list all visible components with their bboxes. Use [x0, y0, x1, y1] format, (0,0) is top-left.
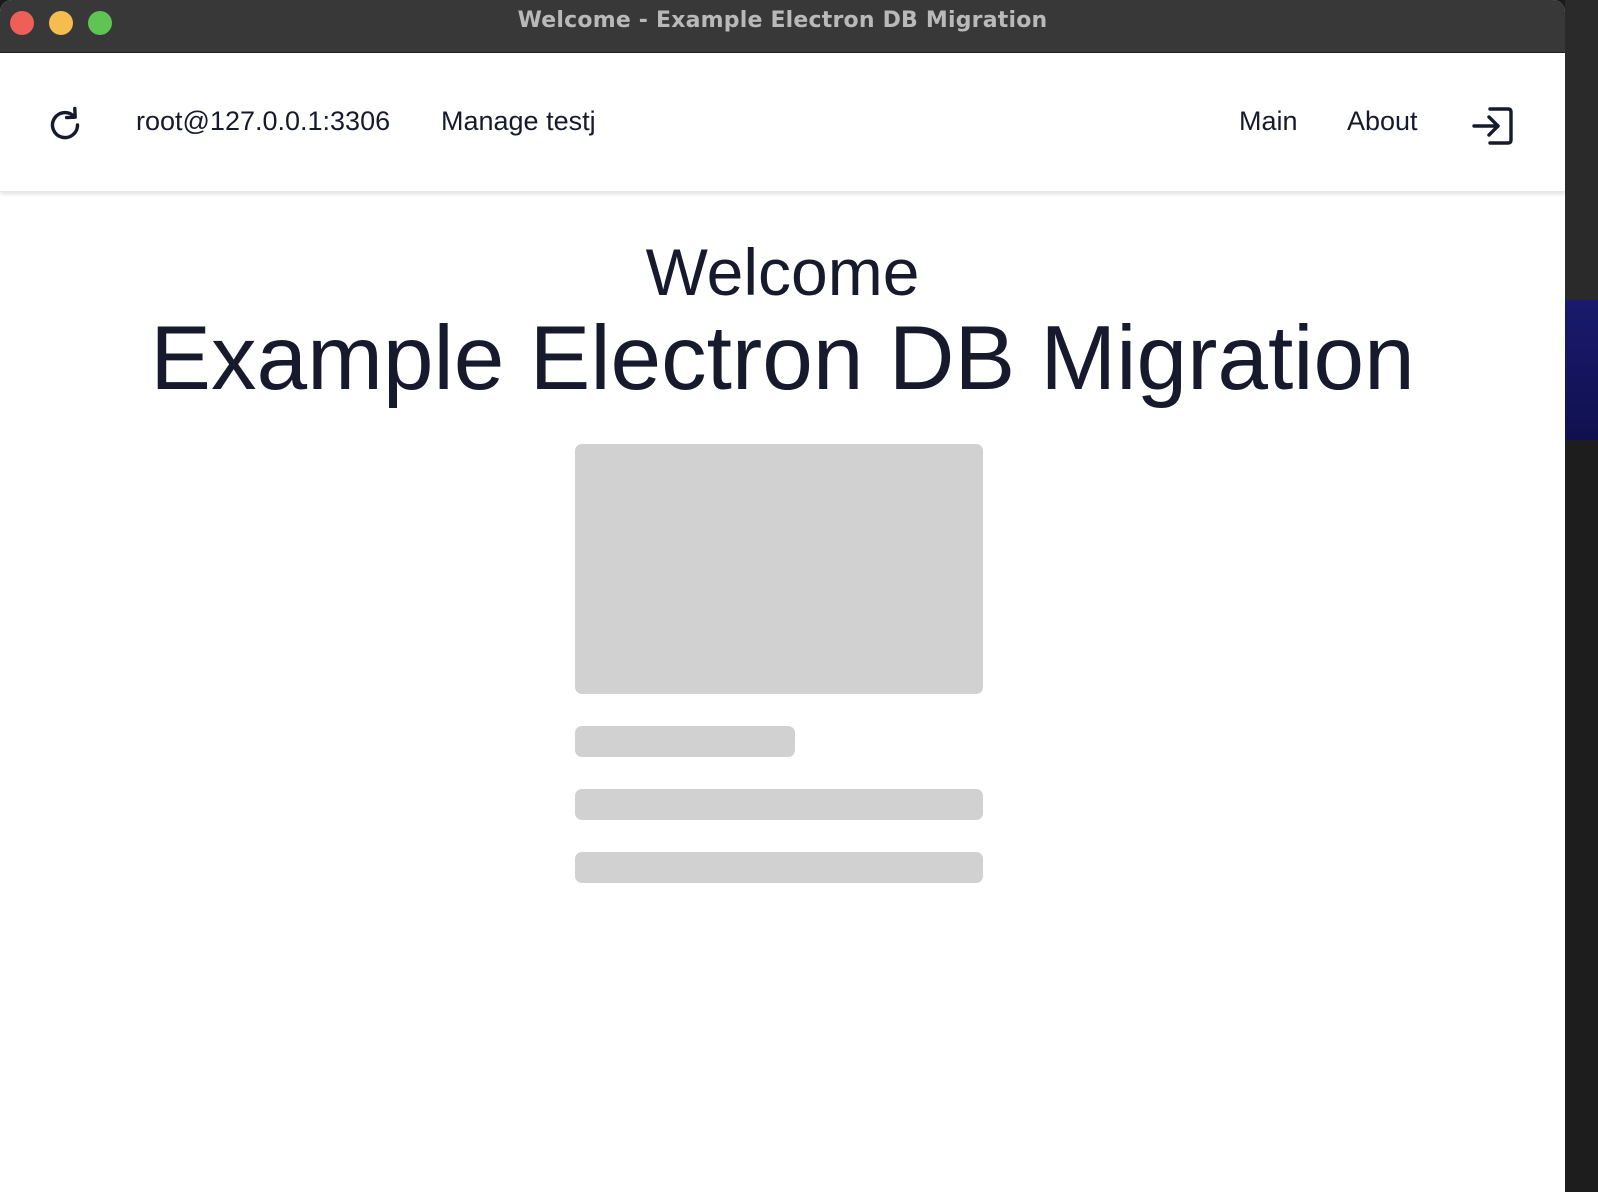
app-title-heading: Example Electron DB Migration: [150, 308, 1415, 409]
refresh-button[interactable]: [44, 104, 86, 146]
skeleton-line: [575, 789, 983, 820]
top-navbar: root@127.0.0.1:3306 Manage testj Main Ab…: [0, 53, 1565, 192]
skeleton-line: [575, 852, 983, 883]
skeleton-line-short: [575, 726, 795, 757]
sign-out-icon: [1472, 107, 1513, 145]
connection-label[interactable]: root@127.0.0.1:3306: [136, 103, 390, 139]
desktop-background: [1565, 0, 1598, 1192]
main-content: Welcome Example Electron DB Migration: [0, 192, 1565, 1192]
title-bar[interactable]: Welcome - Example Electron DB Migration: [0, 0, 1565, 53]
about-link[interactable]: About: [1347, 103, 1418, 139]
sign-out-button[interactable]: [1470, 105, 1514, 147]
refresh-icon: [50, 106, 80, 140]
welcome-heading: Welcome: [645, 235, 920, 309]
window-title: Welcome - Example Electron DB Migration: [517, 8, 1048, 33]
main-link[interactable]: Main: [1239, 103, 1298, 139]
app-window: Welcome - Example Electron DB Migration …: [0, 0, 1565, 1192]
manage-database-link[interactable]: Manage testj: [441, 103, 596, 139]
skeleton-image-placeholder: [575, 444, 983, 694]
